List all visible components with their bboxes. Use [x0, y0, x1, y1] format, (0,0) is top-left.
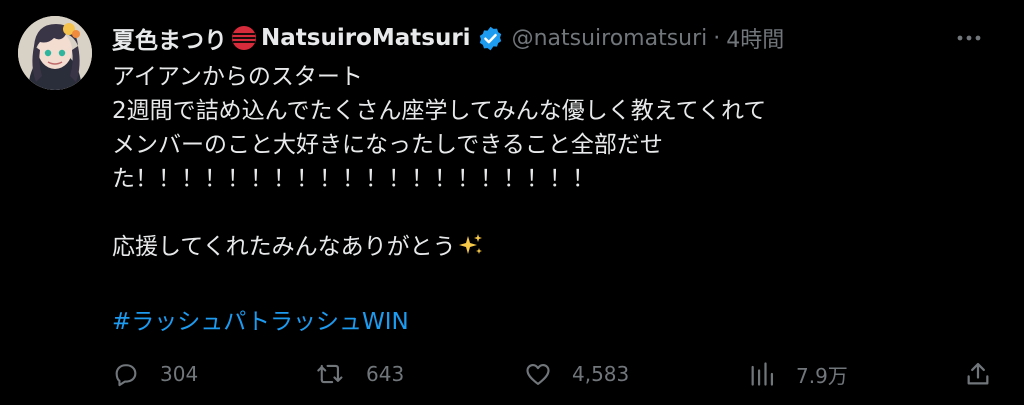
display-name-en[interactable]: NatsuiroMatsuri [261, 25, 471, 51]
reply-button[interactable]: 304 [112, 356, 198, 392]
lantern-flag-icon [230, 24, 258, 52]
tweet-line: アイアンからのスタート [112, 64, 363, 90]
reply-count: 304 [160, 362, 199, 386]
more-options-button[interactable] [954, 24, 984, 52]
avatar-illustration [18, 16, 92, 90]
tweet-line: 応援してくれたみんなありがとう [112, 234, 456, 260]
action-bar: 304 643 4,583 7.9万 [112, 356, 996, 392]
tweet-line-with-emoji: 応援してくれたみんなありがとう [112, 230, 992, 264]
timestamp[interactable]: 4時間 [726, 22, 784, 54]
tweet-text: アイアンからのスタート 2週間で詰め込んでたくさん座学してみんな優しく教えてくれ… [112, 60, 992, 264]
views-button[interactable]: 7.9万 [748, 356, 848, 392]
avatar[interactable] [18, 16, 92, 90]
tweet-line: メンバーのこと大好きになったしできること全部だせ [112, 132, 663, 158]
reply-icon [115, 364, 137, 387]
verified-badge-icon[interactable] [477, 25, 504, 52]
heart-icon [526, 363, 550, 385]
share-button[interactable] [964, 356, 992, 392]
share-icon [967, 362, 989, 385]
sparkles-icon [458, 232, 484, 258]
hashtag-link[interactable]: #ラッシュパトラッシュWIN [112, 302, 409, 336]
tweet-header: 夏色まつり NatsuiroMatsuri @natsuiromatsuri ·… [112, 20, 984, 56]
separator-dot: · [713, 25, 721, 51]
tweet-line: 2週間で詰め込んでたくさん座学してみんな優しく教えてくれて [112, 98, 767, 124]
handle[interactable]: @natsuiromatsuri [512, 26, 708, 51]
retweet-count: 643 [366, 362, 405, 386]
tweet-card[interactable]: 夏色まつり NatsuiroMatsuri @natsuiromatsuri ·… [0, 0, 1024, 405]
views-count: 7.9万 [796, 363, 848, 388]
tweet-line: た！！！！！！！！！！！！！！！！！！！！ [112, 166, 595, 192]
views-chart-icon [751, 362, 774, 386]
more-dots-icon [957, 35, 981, 41]
retweet-button[interactable]: 643 [316, 356, 404, 392]
retweet-icon [317, 364, 343, 384]
like-count: 4,583 [572, 362, 630, 386]
like-button[interactable]: 4,583 [524, 356, 629, 392]
display-name[interactable]: 夏色まつり [112, 21, 227, 55]
